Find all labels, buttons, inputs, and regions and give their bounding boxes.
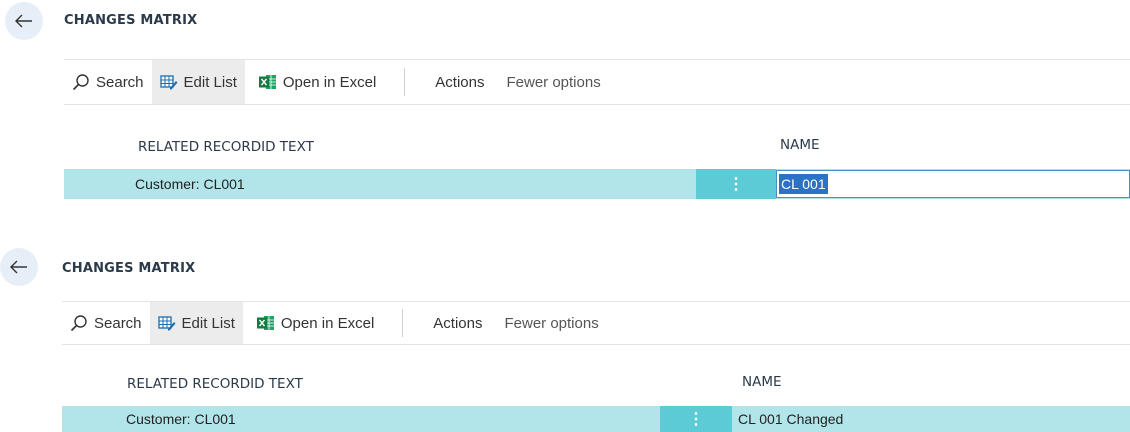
search-label: Search [96, 73, 144, 91]
open-in-excel-label: Open in Excel [282, 73, 377, 91]
edit-list-icon [157, 315, 176, 331]
fewer-options-button[interactable]: Fewer options [498, 60, 608, 104]
column-header-related-recordid[interactable]: RELATED RECORDID TEXT [127, 376, 303, 392]
name-field[interactable]: CL 001 [776, 170, 1130, 198]
back-button[interactable] [0, 248, 38, 286]
edit-list-label: Edit List [181, 314, 235, 332]
search-button[interactable]: Search [62, 302, 150, 344]
open-in-excel-label: Open in Excel [280, 314, 375, 332]
page-title: CHANGES MATRIX [62, 261, 196, 276]
excel-icon [258, 74, 277, 90]
column-header-related-recordid[interactable]: RELATED RECORDID TEXT [138, 139, 314, 155]
table-row[interactable]: Customer: CL001 ⋮ CL 001 Changed [62, 406, 1130, 432]
table-row[interactable]: Customer: CL001 ⋮ CL 001 [64, 169, 1130, 199]
row-menu-button[interactable]: ⋮ [696, 169, 776, 199]
search-button[interactable]: Search [64, 60, 152, 104]
row-menu-button[interactable]: ⋮ [660, 406, 732, 432]
page-title: CHANGES MATRIX [64, 13, 198, 28]
changes-matrix-panel-2: CHANGES MATRIX Search Edit List Open in … [0, 248, 1130, 432]
actions-menu[interactable]: Actions [421, 60, 498, 104]
action-bar: Search Edit List Open in Excel Actions F… [62, 301, 1130, 345]
toolbar-divider [402, 309, 404, 337]
action-bar: Search Edit List Open in Excel Actions F… [64, 59, 1130, 105]
row-menu-icon: ⋮ [688, 411, 704, 428]
row-menu-icon: ⋮ [728, 176, 744, 193]
back-arrow-icon [10, 260, 27, 274]
back-arrow-icon [15, 14, 32, 28]
name-cell[interactable]: CL 001 Changed [738, 406, 843, 432]
edit-list-button[interactable]: Edit List [149, 302, 243, 344]
column-header-name[interactable]: NAME [742, 374, 782, 390]
excel-icon [256, 315, 275, 331]
open-in-excel-button[interactable]: Open in Excel [251, 60, 384, 104]
edit-list-icon [159, 74, 178, 90]
search-icon [70, 314, 88, 332]
related-recordid-cell[interactable]: Customer: CL001 [126, 406, 236, 432]
search-icon [72, 73, 90, 91]
open-in-excel-button[interactable]: Open in Excel [249, 302, 382, 344]
edit-list-label: Edit List [183, 73, 237, 91]
toolbar-divider [404, 68, 406, 96]
column-header-name[interactable]: NAME [780, 137, 820, 153]
related-recordid-cell[interactable]: Customer: CL001 [135, 169, 245, 199]
actions-menu[interactable]: Actions [419, 302, 496, 344]
fewer-options-button[interactable]: Fewer options [496, 302, 606, 344]
changes-matrix-panel-1: CHANGES MATRIX Search Edit List Open in … [0, 0, 1130, 210]
name-field-value: CL 001 [779, 174, 828, 194]
back-button[interactable] [5, 2, 43, 40]
search-label: Search [94, 314, 142, 332]
edit-list-button[interactable]: Edit List [151, 60, 245, 104]
